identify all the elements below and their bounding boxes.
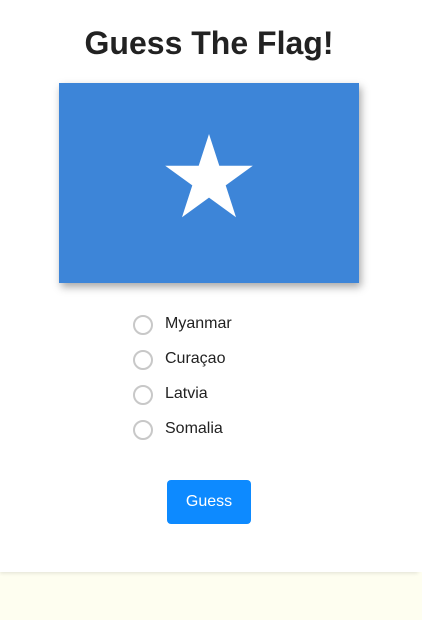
option-label: Myanmar [165, 315, 232, 332]
radio-button[interactable] [133, 350, 153, 370]
radio-button[interactable] [133, 385, 153, 405]
card-edge [418, 0, 422, 572]
option-curacao[interactable]: Curaçao [133, 348, 333, 383]
option-somalia[interactable]: Somalia [133, 418, 333, 453]
answer-options: Myanmar Curaçao Latvia Somalia [133, 313, 333, 453]
option-latvia[interactable]: Latvia [133, 383, 333, 418]
option-myanmar[interactable]: Myanmar [133, 313, 333, 348]
radio-button[interactable] [133, 315, 153, 335]
option-label: Somalia [165, 420, 223, 437]
page-title: Guess The Flag! [84, 25, 334, 61]
radio-button[interactable] [133, 420, 153, 440]
guess-button[interactable]: Guess [167, 480, 251, 524]
flag-image [59, 83, 359, 283]
option-label: Latvia [165, 385, 208, 402]
somalia-flag-icon [59, 83, 359, 283]
option-label: Curaçao [165, 350, 226, 367]
